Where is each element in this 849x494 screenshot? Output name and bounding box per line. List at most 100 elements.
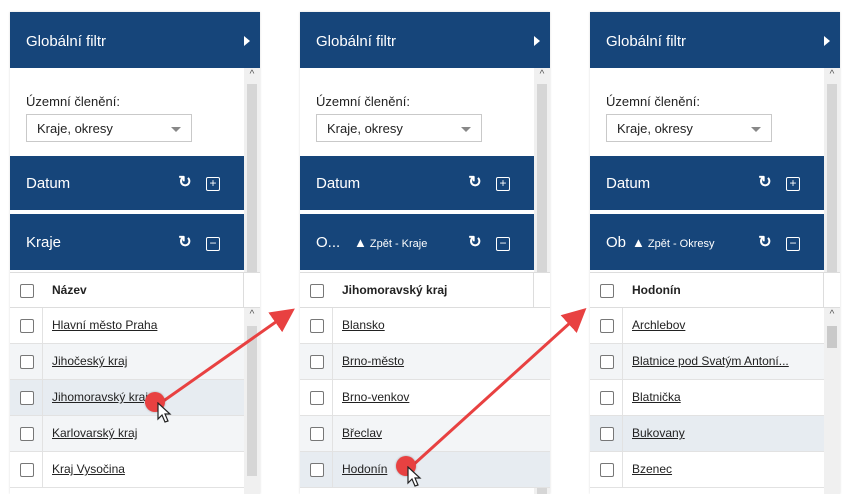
table-scrollbar[interactable]: ^ bbox=[824, 308, 840, 494]
plus-box-icon[interactable]: + bbox=[496, 177, 510, 191]
row-checkbox[interactable] bbox=[600, 391, 614, 405]
table-row[interactable]: Brno-město bbox=[300, 344, 550, 380]
territory-select[interactable]: Kraje, okresy bbox=[606, 114, 772, 142]
row-checkbox[interactable] bbox=[20, 355, 34, 369]
row-link[interactable]: Blatnice pod Svatým Antoní... bbox=[632, 354, 789, 368]
global-filter-header[interactable]: Globální filtr bbox=[590, 12, 840, 68]
table-scrollbar[interactable]: ^ bbox=[244, 308, 260, 494]
territory-select[interactable]: Kraje, okresy bbox=[316, 114, 482, 142]
table-row[interactable]: Archlebov bbox=[590, 308, 824, 344]
back-button[interactable]: ▲ Zpět - Okresy bbox=[632, 235, 715, 250]
refresh-icon[interactable]: ↻ bbox=[176, 234, 194, 252]
table-header: Jihomoravský kraj bbox=[300, 272, 550, 308]
row-link[interactable]: Jihočeský kraj bbox=[52, 354, 127, 368]
cell-divider bbox=[622, 416, 623, 451]
column-header: Jihomoravský kraj bbox=[342, 283, 448, 297]
row-checkbox[interactable] bbox=[310, 319, 324, 333]
row-link[interactable]: Karlovarský kraj bbox=[52, 426, 137, 440]
table-row[interactable]: Blansko bbox=[300, 308, 550, 344]
global-filter-header[interactable]: Globální filtr bbox=[10, 12, 260, 68]
row-link[interactable]: Blatnička bbox=[632, 390, 681, 404]
scroll-up-icon[interactable]: ^ bbox=[824, 308, 840, 322]
table-row[interactable]: Brno-venkov bbox=[300, 380, 550, 416]
level-header[interactable]: Ob ▲ Zpět - Okresy ↻ − bbox=[590, 214, 824, 270]
row-checkbox[interactable] bbox=[310, 463, 324, 477]
refresh-icon[interactable]: ↻ bbox=[466, 174, 484, 192]
global-filter-title: Globální filtr bbox=[316, 33, 397, 50]
table-row[interactable]: Břeclav bbox=[300, 416, 550, 452]
row-checkbox[interactable] bbox=[310, 427, 324, 441]
global-filter-header[interactable]: Globální filtr bbox=[300, 12, 550, 68]
cell-divider bbox=[332, 380, 333, 415]
row-checkbox[interactable] bbox=[600, 463, 614, 477]
scroll-thumb[interactable] bbox=[247, 326, 257, 476]
minus-box-icon[interactable]: − bbox=[206, 237, 220, 251]
row-link[interactable]: Archlebov bbox=[632, 318, 685, 332]
territory-label: Územní členění: bbox=[26, 94, 120, 109]
row-checkbox[interactable] bbox=[20, 391, 34, 405]
row-checkbox[interactable] bbox=[310, 391, 324, 405]
table-row[interactable]: Hodonín bbox=[300, 452, 550, 488]
select-all-checkbox[interactable] bbox=[20, 284, 34, 298]
chevron-down-icon bbox=[751, 127, 761, 132]
scroll-up-icon[interactable]: ^ bbox=[824, 68, 840, 82]
level-header[interactable]: O... ▲ Zpět - Kraje ↻ − bbox=[300, 214, 534, 270]
row-checkbox[interactable] bbox=[600, 319, 614, 333]
minus-box-icon[interactable]: − bbox=[786, 237, 800, 251]
back-button[interactable]: ▲ Zpět - Kraje bbox=[354, 235, 427, 250]
row-link[interactable]: Brno-venkov bbox=[342, 390, 409, 404]
row-link[interactable]: Brno-město bbox=[342, 354, 404, 368]
refresh-icon[interactable]: ↻ bbox=[756, 174, 774, 192]
row-link[interactable]: Hodonín bbox=[342, 462, 387, 476]
level-header[interactable]: Kraje ↻ − bbox=[10, 214, 244, 270]
scroll-thumb[interactable] bbox=[827, 326, 837, 348]
select-all-checkbox[interactable] bbox=[310, 284, 324, 298]
row-link[interactable]: Hlavní město Praha bbox=[52, 318, 157, 332]
territory-select[interactable]: Kraje, okresy bbox=[26, 114, 192, 142]
column-header: Název bbox=[52, 283, 87, 297]
row-checkbox[interactable] bbox=[20, 463, 34, 477]
plus-box-icon[interactable]: + bbox=[206, 177, 220, 191]
table-row[interactable]: Blatnička bbox=[590, 380, 824, 416]
row-link[interactable]: Jihomoravský kraj bbox=[52, 390, 148, 404]
table-row[interactable]: Hlavní město Praha bbox=[10, 308, 244, 344]
row-link[interactable]: Bzenec bbox=[632, 462, 672, 476]
table-row[interactable]: Blatnice pod Svatým Antoní... bbox=[590, 344, 824, 380]
table-row[interactable]: Karlovarský kraj bbox=[10, 416, 244, 452]
minus-box-icon[interactable]: − bbox=[496, 237, 510, 251]
refresh-icon[interactable]: ↻ bbox=[466, 234, 484, 252]
column-divider bbox=[243, 273, 244, 307]
row-checkbox[interactable] bbox=[600, 355, 614, 369]
datum-header[interactable]: Datum ↻ + bbox=[300, 156, 534, 210]
row-checkbox[interactable] bbox=[20, 319, 34, 333]
row-link[interactable]: Kraj Vysočina bbox=[52, 462, 125, 476]
triangle-right-icon[interactable] bbox=[534, 36, 540, 46]
global-filter-title: Globální filtr bbox=[606, 33, 687, 50]
row-checkbox[interactable] bbox=[600, 427, 614, 441]
refresh-icon[interactable]: ↻ bbox=[756, 234, 774, 252]
triangle-right-icon[interactable] bbox=[244, 36, 250, 46]
territory-select-value: Kraje, okresy bbox=[617, 121, 693, 136]
cell-divider bbox=[42, 452, 43, 487]
global-filter-title: Globální filtr bbox=[26, 33, 107, 50]
scroll-up-icon[interactable]: ^ bbox=[534, 68, 550, 82]
table-row[interactable]: Bukovany bbox=[590, 416, 824, 452]
datum-header[interactable]: Datum ↻ + bbox=[590, 156, 824, 210]
triangle-right-icon[interactable] bbox=[824, 36, 830, 46]
table-row[interactable]: Jihočeský kraj bbox=[10, 344, 244, 380]
table-row[interactable]: Bzenec bbox=[590, 452, 824, 488]
row-link[interactable]: Bukovany bbox=[632, 426, 685, 440]
select-all-checkbox[interactable] bbox=[600, 284, 614, 298]
row-link[interactable]: Břeclav bbox=[342, 426, 382, 440]
table-row[interactable]: Kraj Vysočina bbox=[10, 452, 244, 488]
row-checkbox[interactable] bbox=[310, 355, 324, 369]
scroll-up-icon[interactable]: ^ bbox=[244, 68, 260, 82]
row-link[interactable]: Blansko bbox=[342, 318, 385, 332]
table-row[interactable]: Jihomoravský kraj bbox=[10, 380, 244, 416]
datum-header[interactable]: Datum ↻ + bbox=[10, 156, 244, 210]
refresh-icon[interactable]: ↻ bbox=[176, 174, 194, 192]
level-title: Ob bbox=[606, 234, 627, 251]
scroll-up-icon[interactable]: ^ bbox=[244, 308, 260, 322]
row-checkbox[interactable] bbox=[20, 427, 34, 441]
plus-box-icon[interactable]: + bbox=[786, 177, 800, 191]
